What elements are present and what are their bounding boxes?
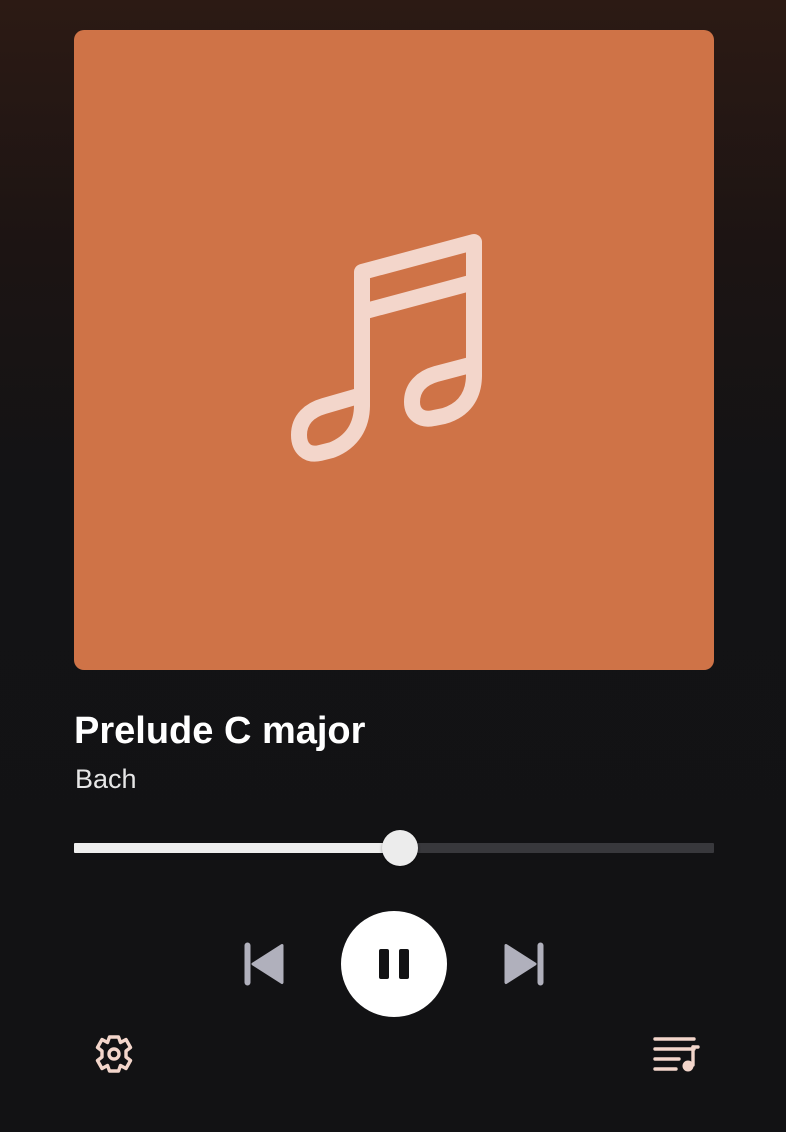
queue-music-icon	[653, 1037, 700, 1072]
music-note-icon	[291, 234, 482, 462]
pause-icon	[379, 949, 409, 979]
previous-track-button[interactable]	[232, 932, 296, 996]
settings-button[interactable]	[86, 1026, 142, 1082]
music-player: Prelude C major Bach	[0, 0, 786, 1132]
gear-icon	[95, 1035, 133, 1073]
track-artist: Bach	[75, 764, 137, 794]
skip-previous-icon	[244, 942, 284, 986]
seek-thumb[interactable]	[382, 830, 418, 866]
track-title: Prelude C major	[74, 710, 366, 752]
pause-button[interactable]	[341, 911, 447, 1017]
queue-button[interactable]	[646, 1026, 706, 1082]
seek-progress-fill	[74, 843, 400, 853]
album-artwork	[74, 30, 714, 670]
seek-slider[interactable]	[74, 830, 714, 866]
next-track-button[interactable]	[492, 932, 556, 996]
skip-next-icon	[504, 942, 544, 986]
